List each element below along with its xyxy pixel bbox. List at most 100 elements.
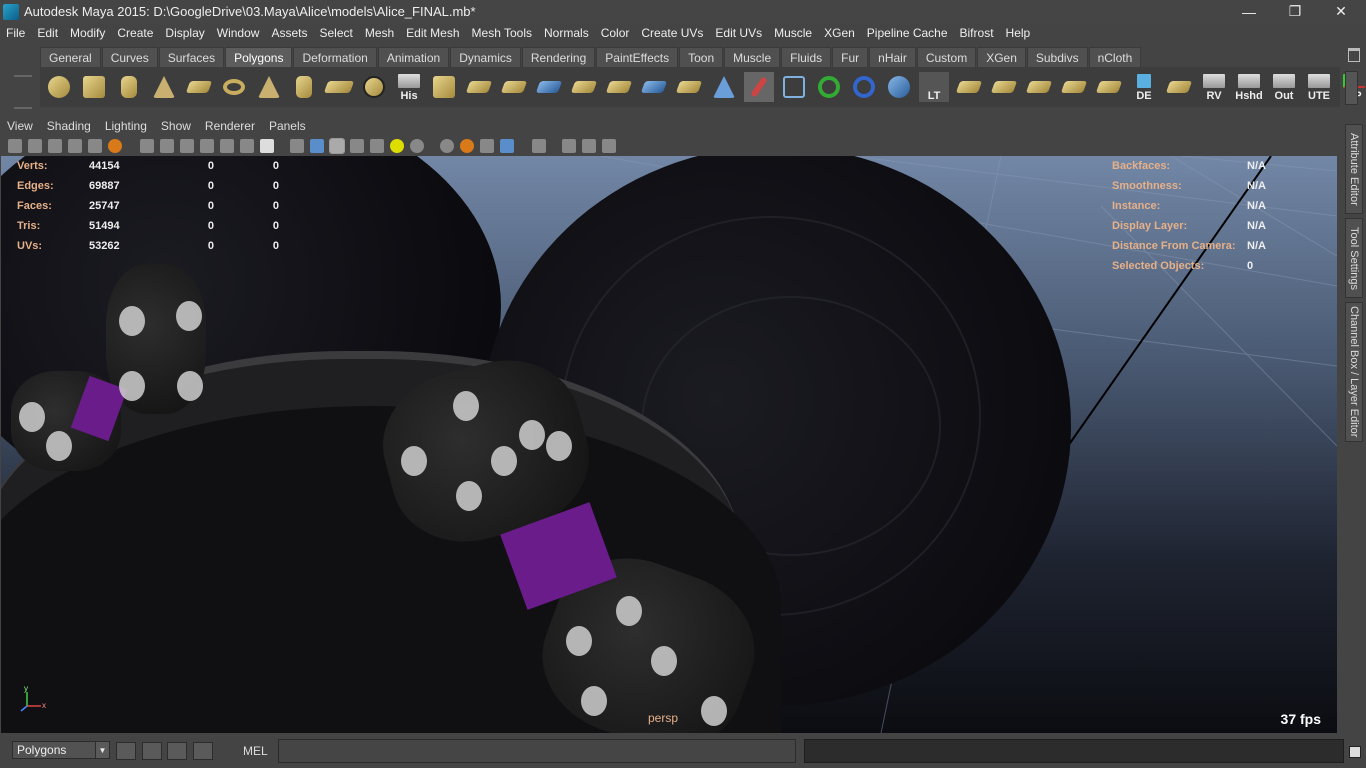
cleanup-icon[interactable] (674, 72, 704, 102)
uv-spherical-icon[interactable] (1024, 72, 1054, 102)
menu-mesh[interactable]: Mesh (359, 26, 400, 40)
tab-channel-box[interactable]: Channel Box / Layer Editor (1345, 302, 1363, 442)
viewport-menu-renderer[interactable]: Renderer (198, 119, 262, 133)
hshd-icon[interactable]: Hshd (1234, 72, 1264, 102)
viewport-menu-view[interactable]: View (0, 119, 40, 133)
menu-edit[interactable]: Edit (31, 26, 64, 40)
poly-torus-icon[interactable] (219, 72, 249, 102)
menu-window[interactable]: Window (211, 26, 266, 40)
motion-blur-icon[interactable] (460, 139, 474, 153)
poly-pipe-icon[interactable] (289, 72, 319, 102)
shelf-tab-painteffects[interactable]: PaintEffects (596, 47, 679, 67)
shelf-tab-surfaces[interactable]: Surfaces (158, 47, 225, 67)
menu-muscle[interactable]: Muscle (768, 26, 818, 40)
viewport-menu-lighting[interactable]: Lighting (98, 119, 154, 133)
shelf-tab-rendering[interactable]: Rendering (521, 47, 596, 67)
2d-pan-zoom-icon[interactable] (88, 139, 102, 153)
shelf-tab-subdivs[interactable]: Subdivs (1026, 47, 1088, 67)
script-editor-button-icon[interactable] (1349, 746, 1361, 758)
tab-tool-settings[interactable]: Tool Settings (1345, 218, 1363, 298)
rotate-tool-icon[interactable] (849, 72, 879, 102)
separate-icon[interactable] (464, 72, 494, 102)
anti-aliasing-icon[interactable] (480, 139, 494, 153)
menu-assets[interactable]: Assets (265, 26, 313, 40)
shelf-tab-polygons[interactable]: Polygons (225, 47, 293, 67)
wireframe-icon[interactable] (290, 139, 304, 153)
script-editor-icon[interactable] (193, 742, 213, 760)
menu-select[interactable]: Select (313, 26, 358, 40)
de-icon[interactable]: DE (1129, 72, 1159, 102)
shelf-tab-curves[interactable]: Curves (101, 47, 158, 67)
rv-icon[interactable]: RV (1199, 72, 1229, 102)
uv-automatic-icon[interactable] (1059, 72, 1089, 102)
shelf-tab-toon[interactable]: Toon (679, 47, 724, 67)
use-all-lights-icon[interactable] (370, 139, 384, 153)
xray-icon[interactable] (410, 139, 424, 153)
mirror-icon[interactable] (604, 72, 634, 102)
shelf-tab-general[interactable]: General (40, 47, 101, 67)
layout-icon[interactable] (167, 742, 187, 760)
history-icon[interactable]: His (394, 72, 424, 102)
resolution-gate-icon[interactable] (180, 139, 194, 153)
shelf-tab-animation[interactable]: Animation (377, 47, 450, 67)
poly-sphere-icon[interactable] (44, 72, 74, 102)
extrude-icon[interactable] (709, 72, 739, 102)
gate-mask-icon[interactable] (200, 139, 214, 153)
combine-icon[interactable] (429, 72, 459, 102)
uv-cylindrical-icon[interactable] (989, 72, 1019, 102)
shelf-tab-fur[interactable]: Fur (832, 47, 869, 67)
move-tool-icon[interactable] (814, 72, 844, 102)
viewport-menu-panels[interactable]: Panels (262, 119, 313, 133)
restore-button[interactable]: ❐ (1272, 0, 1318, 23)
textured-icon[interactable] (350, 139, 364, 153)
xray-joints-icon[interactable] (562, 139, 576, 153)
field-chart-icon[interactable] (220, 139, 234, 153)
poly-cylinder-icon[interactable] (114, 72, 144, 102)
menu-modify[interactable]: Modify (64, 26, 111, 40)
depth-of-field-icon[interactable] (500, 139, 514, 153)
menu-file[interactable]: File (0, 26, 31, 40)
perspective-viewport[interactable]: Verts: 44154 0 0 Edges: 69887 0 0 Faces: 25747 0… (1, 156, 1337, 733)
shadows-icon[interactable] (390, 139, 404, 153)
menu-create-uvs[interactable]: Create UVs (635, 26, 709, 40)
out-icon[interactable]: Out (1269, 72, 1299, 102)
poly-plane-icon[interactable] (184, 72, 214, 102)
shelf-tab-deformation[interactable]: Deformation (293, 47, 377, 67)
camera-attributes-icon[interactable] (28, 139, 42, 153)
shelf-tab-ncloth[interactable]: nCloth (1088, 47, 1142, 67)
shelf-tab-custom[interactable]: Custom (916, 47, 977, 67)
poly-helix-icon[interactable] (323, 72, 355, 102)
menu-bifrost[interactable]: Bifrost (954, 26, 1000, 40)
safe-action-icon[interactable] (240, 139, 254, 153)
reduce-icon[interactable] (639, 72, 669, 102)
booleans-icon[interactable] (569, 72, 599, 102)
menu-pipeline-cache[interactable]: Pipeline Cache (861, 26, 954, 40)
isolate-select-icon[interactable] (532, 139, 546, 153)
shelf-tab-xgen[interactable]: XGen (977, 47, 1026, 67)
ute-icon[interactable]: UTE (1304, 72, 1334, 102)
shelf-tab-fluids[interactable]: Fluids (781, 47, 832, 67)
menu-create[interactable]: Create (111, 26, 159, 40)
uv-layout-icon[interactable] (1094, 72, 1124, 102)
lattice-icon[interactable] (779, 72, 809, 102)
bookmarks-icon[interactable] (48, 139, 62, 153)
extract-icon[interactable] (499, 72, 529, 102)
menu-set-dropdown[interactable]: Polygons ▼ (12, 741, 110, 759)
poly-cube-icon[interactable] (79, 72, 109, 102)
smooth-icon[interactable] (534, 72, 564, 102)
shelf-tab-nhair[interactable]: nHair (869, 47, 916, 67)
poly-cone-icon[interactable] (149, 72, 179, 102)
menu-mesh-tools[interactable]: Mesh Tools (466, 26, 538, 40)
shelf-tab-muscle[interactable]: Muscle (724, 47, 781, 67)
trash-icon[interactable] (1348, 48, 1360, 62)
ambient-occlusion-icon[interactable] (440, 139, 454, 153)
safe-title-icon[interactable] (260, 139, 274, 153)
viewport-menu-shading[interactable]: Shading (40, 119, 98, 133)
menu-xgen[interactable]: XGen (818, 26, 861, 40)
snap-icon[interactable] (116, 742, 136, 760)
menu-edit-uvs[interactable]: Edit UVs (709, 26, 768, 40)
poly-pyramid-icon[interactable] (254, 72, 284, 102)
uv-editor-icon[interactable] (1164, 72, 1194, 102)
poly-soccerball-icon[interactable] (359, 72, 389, 102)
command-line-input[interactable] (278, 739, 796, 763)
